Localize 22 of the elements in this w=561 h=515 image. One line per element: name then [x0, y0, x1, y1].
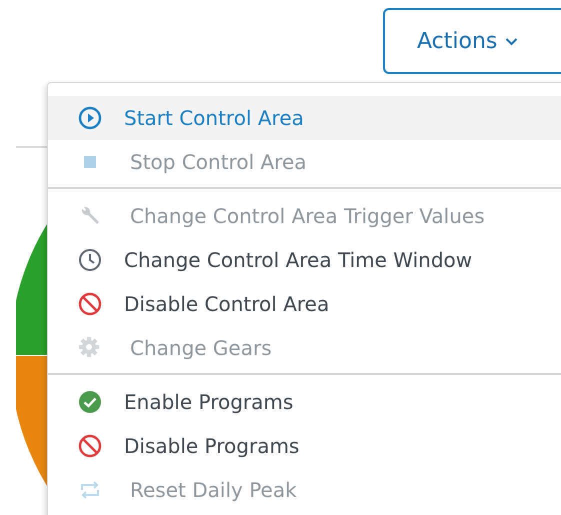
menu-item-label: Change Control Area Trigger Values [130, 204, 485, 228]
menu-item[interactable]: Change Control Area Time Window [48, 238, 561, 282]
gear-icon [78, 336, 102, 360]
menu-item-label: Enable Programs [124, 390, 294, 414]
ban-icon [78, 434, 102, 458]
caret-icon [505, 36, 518, 46]
ban-icon [78, 292, 102, 316]
menu-item-label: Change Gears [130, 336, 272, 360]
menu-item-label: Disable Programs [124, 434, 300, 458]
actions-button[interactable]: Actions [383, 8, 561, 74]
check-icon [78, 390, 102, 414]
play-icon [78, 106, 102, 130]
menu-item-label: Change Control Area Time Window [124, 248, 472, 272]
clock-icon [78, 248, 102, 272]
menu-item[interactable]: Disable Control Area [48, 282, 561, 326]
menu-item-label: Reset Daily Peak [130, 478, 297, 502]
menu-item-label: Start Control Area [124, 106, 304, 130]
menu-item[interactable]: Start Control Area [48, 96, 561, 140]
menu-item[interactable]: Enable Programs [48, 380, 561, 424]
menu-item[interactable]: Disable Programs [48, 424, 561, 468]
menu-item-label: Disable Control Area [124, 292, 330, 316]
menu-item-label: Stop Control Area [130, 150, 307, 174]
